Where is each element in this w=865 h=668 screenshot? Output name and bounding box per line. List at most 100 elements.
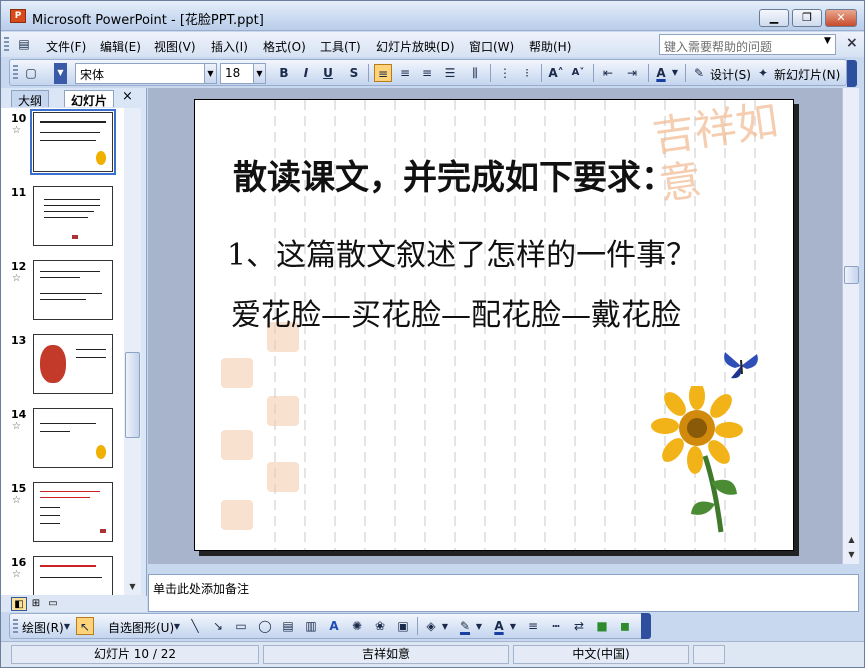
slide-thumbnail[interactable]	[33, 556, 113, 595]
powerpoint-app-icon[interactable]: P	[10, 9, 26, 23]
slide-thumbnail-row[interactable]: 15 ☆	[1, 482, 124, 556]
drawing-grip[interactable]	[13, 619, 18, 635]
normal-view-icon[interactable]: ◧	[11, 597, 27, 611]
menu-help[interactable]: 帮助(H)	[529, 38, 571, 55]
decrease-indent-icon[interactable]: ⇤	[599, 64, 617, 82]
toolbar-options-end[interactable]	[847, 60, 857, 87]
slide-thumbnail[interactable]	[33, 186, 113, 246]
close-window-button[interactable]: ✕	[825, 9, 857, 27]
document-icon[interactable]: ▤	[15, 35, 33, 53]
drawing-toolbar-options[interactable]	[641, 613, 651, 639]
bullets-icon[interactable]: ⁝	[518, 64, 536, 82]
decrease-font-icon[interactable]: A˅	[569, 64, 587, 82]
notes-pane[interactable]: 单击此处添加备注	[148, 574, 859, 612]
oval-icon[interactable]: ◯	[256, 617, 274, 635]
line-color-dropdown-icon[interactable]: ▼	[474, 618, 484, 636]
slide-thumbnail-row[interactable]: 12 ☆	[1, 260, 124, 334]
menu-tools[interactable]: 工具(T)	[320, 38, 361, 55]
font-color-icon[interactable]: A	[652, 64, 670, 82]
close-panel-button[interactable]: ×	[122, 89, 133, 104]
new-slide-icon[interactable]: ✦	[754, 64, 772, 82]
slideshow-view-icon[interactable]: ▭	[45, 597, 61, 611]
menu-slideshow[interactable]: 幻灯片放映(D)	[376, 38, 455, 55]
fill-color-icon[interactable]: ◈	[422, 617, 440, 635]
slide-thumbnail-row[interactable]: 13	[1, 334, 124, 408]
picture-icon[interactable]: ▣	[394, 617, 412, 635]
scroll-down-arrow-icon[interactable]: ▼	[124, 579, 141, 595]
next-slide-icon[interactable]: ▼	[843, 547, 860, 563]
menu-edit[interactable]: 编辑(E)	[100, 38, 141, 55]
slide-thumbnail-row[interactable]: 14 ☆	[1, 408, 124, 482]
font-color-dropdown-icon[interactable]: ▼	[670, 64, 680, 82]
current-slide[interactable]: 吉祥如意 散读课文，并完成如下要求： 1、这篇散文叙述了怎样的一件事？ 爱花脸—…	[194, 99, 794, 551]
draw-dropdown-icon[interactable]: ▼	[62, 618, 72, 636]
font-size-dropdown-icon[interactable]: ▼	[253, 63, 266, 84]
slide-answer[interactable]: 爱花脸—买花脸—配花脸—戴花脸	[231, 290, 681, 334]
italic-button[interactable]: I	[297, 64, 315, 82]
toolbar-grip[interactable]	[13, 65, 18, 81]
menu-window[interactable]: 窗口(W)	[469, 38, 514, 55]
status-design-name[interactable]: 吉祥如意	[263, 645, 509, 664]
dash-style-icon[interactable]: ┅	[547, 617, 565, 635]
close-document-button[interactable]: ×	[846, 35, 858, 51]
toolbar-options-icon[interactable]: ▼	[54, 63, 67, 84]
increase-font-icon[interactable]: A˄	[547, 64, 565, 82]
slide-thumbnail-row[interactable]: 11	[1, 186, 124, 260]
slide-thumbnail[interactable]	[33, 260, 113, 320]
menu-file[interactable]: 文件(F)	[46, 38, 86, 55]
align-left-icon[interactable]: ≡	[374, 64, 392, 82]
scrollbar-thumb[interactable]	[844, 266, 859, 284]
font-size-select[interactable]: 18	[220, 63, 256, 84]
menu-view[interactable]: 视图(V)	[154, 38, 196, 55]
tab-outline[interactable]: 大纲	[11, 90, 50, 108]
help-dropdown-icon[interactable]: ▼	[824, 36, 831, 46]
slide-thumbnail[interactable]	[33, 482, 113, 542]
draw-menu-button[interactable]: 绘图(R)	[22, 619, 64, 636]
slide-thumbnail-row[interactable]: 10 ☆	[1, 109, 124, 186]
vertical-text-box-icon[interactable]: ▥	[302, 617, 320, 635]
align-center-icon[interactable]: ≡	[396, 64, 414, 82]
line-color-icon[interactable]: ✎	[456, 617, 474, 635]
menu-insert[interactable]: 插入(I)	[211, 38, 248, 55]
numbering-icon[interactable]: ⋮	[496, 64, 514, 82]
new-slide-button[interactable]: 新幻灯片(N)	[774, 66, 840, 83]
wordart-icon[interactable]: A	[325, 617, 343, 635]
restore-button[interactable]: ❐	[792, 9, 822, 27]
scrollbar-thumb[interactable]	[125, 352, 140, 438]
bold-button[interactable]: B	[275, 64, 293, 82]
design-icon[interactable]: ✎	[690, 64, 708, 82]
select-pointer-icon[interactable]: ↖	[76, 617, 94, 635]
arrow-style-icon[interactable]: ⇄	[570, 617, 588, 635]
clipart-icon[interactable]: ❀	[371, 617, 389, 635]
font-color-draw-icon[interactable]: A	[490, 617, 508, 635]
tab-slides[interactable]: 幻灯片	[64, 90, 115, 108]
rectangle-icon[interactable]: ▭	[232, 617, 250, 635]
menu-format[interactable]: 格式(O)	[263, 38, 306, 55]
design-button[interactable]: 设计(S)	[710, 66, 751, 83]
slide-thumbnail[interactable]	[33, 334, 113, 394]
autoshapes-dropdown-icon[interactable]: ▼	[172, 618, 182, 636]
shadow-button[interactable]: S	[345, 64, 363, 82]
slide-thumbnail[interactable]	[33, 408, 113, 468]
shadow-style-icon[interactable]: ■	[593, 617, 611, 635]
previous-slide-icon[interactable]: ▲	[843, 532, 860, 548]
line-icon[interactable]: ╲	[186, 617, 204, 635]
arrow-icon[interactable]: ↘	[209, 617, 227, 635]
slide-scrollbar[interactable]: ▲ ▼	[842, 88, 859, 564]
text-box-icon[interactable]: ▤	[279, 617, 297, 635]
increase-indent-icon[interactable]: ⇥	[623, 64, 641, 82]
menu-grip[interactable]	[4, 37, 9, 53]
slide-thumbnail-selected[interactable]	[30, 109, 116, 175]
font-name-dropdown-icon[interactable]: ▼	[204, 63, 217, 84]
distribute-icon[interactable]: ☰	[441, 64, 459, 82]
font-color-draw-dropdown-icon[interactable]: ▼	[508, 618, 518, 636]
new-document-icon[interactable]: ▢	[22, 64, 40, 82]
text-direction-icon[interactable]: ⫼	[466, 64, 484, 82]
slide-thumbnail-row[interactable]: 16 ☆	[1, 556, 124, 595]
slide-title[interactable]: 散读课文，并完成如下要求：	[233, 150, 675, 199]
thumbnail-scrollbar[interactable]: ▼	[124, 108, 141, 595]
align-right-icon[interactable]: ≡	[418, 64, 436, 82]
line-style-icon[interactable]: ≡	[524, 617, 542, 635]
fill-color-dropdown-icon[interactable]: ▼	[440, 618, 450, 636]
font-name-select[interactable]: 宋体	[75, 63, 205, 84]
